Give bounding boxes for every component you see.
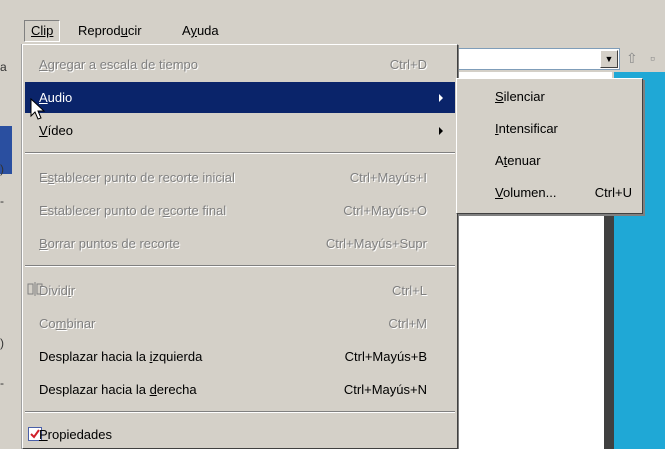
audio-submenu: Silenciar Intensificar Atenuar Volumen..… [456,78,643,214]
label-accel: m [55,316,67,331]
label-accel: A [39,57,48,72]
menu-item-desplazar-izquierda[interactable]: Desplazar hacia la izquierda Ctrl+Mayús+… [25,341,455,372]
menu-reproducir-part: Reprod [78,23,121,38]
menu-item-shortcut: Ctrl+Mayús+N [343,382,427,397]
menu-item-label: Agregar a escala de tiempo [39,49,198,80]
menu-item-label: Desplazar hacia la izquierda [39,341,202,372]
label-pre: Divid [39,283,68,298]
mouse-pointer-icon [30,98,46,120]
left-panel-strip: a ) - ) - [0,44,22,449]
menu-separator [25,152,455,154]
label-accel: e [162,203,170,218]
menu-item-label: Combinar [39,308,95,339]
label-accel: V [495,185,503,200]
label-post: binar [66,316,96,331]
left-mark: ) [0,162,4,176]
submenu-item-label: Atenuar [495,145,541,177]
label-accel: d [149,382,157,397]
menu-clip-accel: Clip [31,23,54,38]
menu-item-dividir[interactable]: Dividir Ctrl+L [25,275,455,306]
menu-item-label: Propiedades [39,419,112,449]
submenu-item-label: Intensificar [495,113,558,145]
menu-item-desplazar-derecha[interactable]: Desplazar hacia la derecha Ctrl+Mayús+N [25,374,455,405]
left-mark: - [0,194,4,208]
menu-item-propiedades[interactable]: Propiedades [25,419,455,449]
label-post: orrar puntos de recorte [47,236,180,251]
label-post: ídeo [47,123,73,138]
menu-item-shortcut: Ctrl+D [389,57,427,72]
submenu-item-volumen[interactable]: Volumen... Ctrl+U [459,177,640,209]
left-mark: - [0,376,4,390]
menu-item-video[interactable]: Vídeo [25,115,455,146]
label-post: erecha [156,382,197,397]
menu-item-label: Borrar puntos de recorte [39,228,180,259]
menu-ayuda[interactable]: Ayuda [176,20,225,42]
menu-item-label: Establecer punto de recorte inicial [39,162,235,193]
menu-item-shortcut: Ctrl+Mayús+B [344,349,427,364]
menu-item-combinar[interactable]: Combinar Ctrl+M [25,308,455,339]
label-pre: Establecer punto de r [39,203,163,218]
menu-item-label: Establecer punto de recorte final [39,195,226,226]
label-post: olumen... [502,185,557,200]
up-arrow-icon[interactable]: ⇧ [626,50,638,67]
submenu-item-silenciar[interactable]: Silenciar [459,81,640,113]
combo-box[interactable]: ▼ [456,48,620,70]
menu-item-label: Desplazar hacia la derecha [39,374,197,405]
menu-item-recorte-inicial[interactable]: Establecer punto de recorte inicial Ctrl… [25,162,455,193]
menu-ayuda-rest: uda [196,23,219,38]
menu-item-agregar[interactable]: Agregar a escala de tiempo Ctrl+D [25,49,455,80]
menu-reproducir-rest: cir [127,23,142,38]
content-divider [604,210,614,449]
label-accel: S [495,89,504,104]
label-post: ropiedades [47,427,112,442]
label-post: r [70,283,76,298]
chevron-down-icon[interactable]: ▼ [600,50,618,68]
label-accel: B [39,236,48,251]
menu-item-shortcut: Ctrl+Mayús+Supr [325,236,427,251]
label-pre: E [39,170,48,185]
label-pre: Desplazar hacia la [39,349,150,364]
submenu-item-shortcut: Ctrl+U [594,185,632,200]
menu-reproducir-accel: u [120,23,128,38]
label-accel: V [39,123,48,138]
menu-bar: Clip Reproducir Ayuda [0,0,665,44]
label-post: corte final [169,203,227,218]
menu-separator [25,411,455,413]
label-pre: A [495,153,504,168]
menu-reproducir-label: Reproducir [78,23,142,38]
menu-item-shortcut: Ctrl+Mayús+O [343,203,427,218]
label-post: tablecer punto de recorte inicial [54,170,235,185]
submenu-arrow-icon [439,94,443,102]
menu-reproducir[interactable]: Reproducir [72,20,148,42]
left-mark: a [0,60,7,74]
submenu-item-label: Volumen... [495,177,556,209]
submenu-item-atenuar[interactable]: Atenuar [459,145,640,177]
label-post: ilenciar [503,89,545,104]
menu-item-audio[interactable]: Audio [25,82,455,113]
label-pre: Desplazar hacia la [39,382,150,397]
label-post: ntensificar [498,121,558,136]
label-accel: P [39,427,48,442]
menu-clip[interactable]: Clip [24,20,61,42]
submenu-item-intensificar[interactable]: Intensificar [459,113,640,145]
label-post: gregar a escala de tiempo [47,57,198,72]
menu-separator [25,265,455,267]
menu-item-shortcut: Ctrl+L [391,283,427,298]
submenu-item-label: Silenciar [495,81,545,113]
menu-item-borrar-recorte[interactable]: Borrar puntos de recorte Ctrl+Mayús+Supr [25,228,455,259]
label-post: enuar [507,153,541,168]
clip-menu: Agregar a escala de tiempo Ctrl+D Audio … [22,44,458,449]
label-post: zquierda [152,349,203,364]
left-mark: ) [0,336,4,350]
submenu-arrow-icon [439,127,443,135]
menu-item-label: Dividir [39,275,75,306]
menu-item-recorte-final[interactable]: Establecer punto de recorte final Ctrl+M… [25,195,455,226]
menu-item-shortcut: Ctrl+M [388,316,427,331]
label-pre: Co [39,316,56,331]
toolbar-icon[interactable]: ▫ [650,50,655,66]
menu-item-shortcut: Ctrl+Mayús+I [349,170,427,185]
